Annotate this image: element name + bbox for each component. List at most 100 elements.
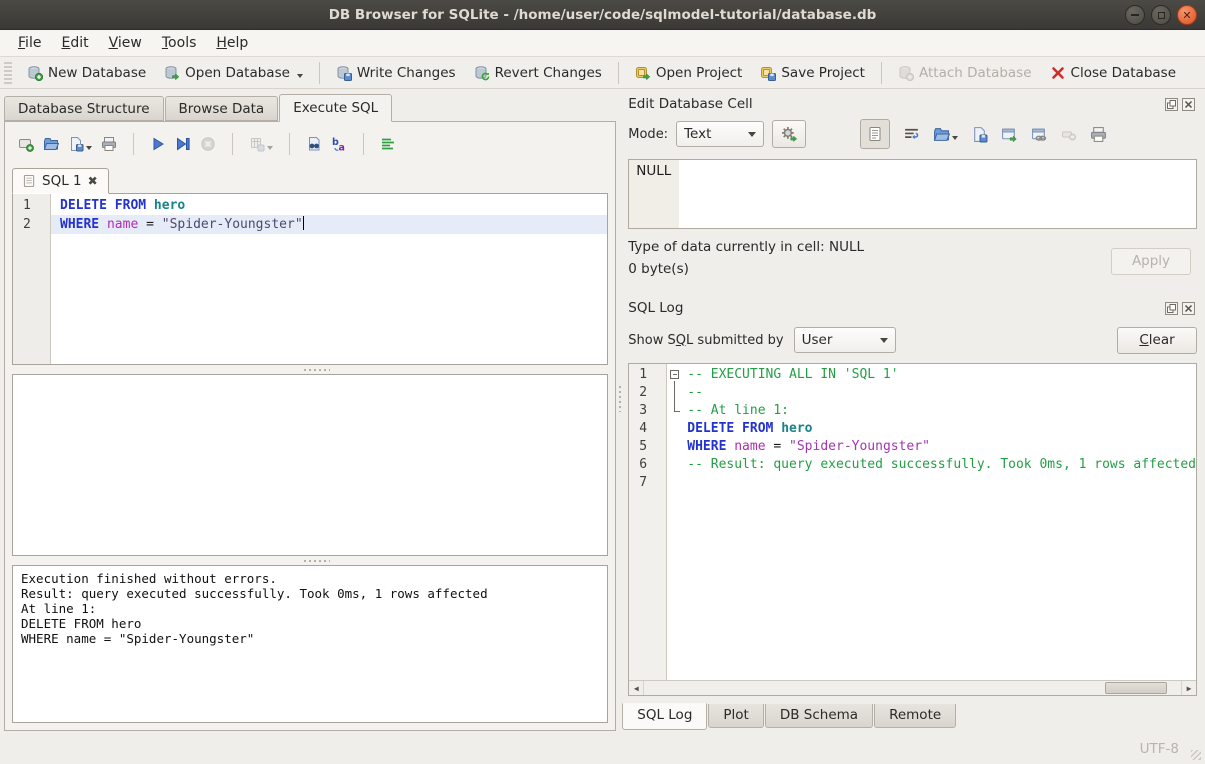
- apply-mode-button[interactable]: [772, 120, 806, 148]
- float-dock-icon[interactable]: [1165, 98, 1178, 111]
- word-wrap-icon: [903, 126, 920, 143]
- print-sql-icon[interactable]: [101, 136, 117, 152]
- cell-value: NULL: [629, 160, 679, 228]
- float-dock-icon[interactable]: [1165, 302, 1178, 315]
- open-database-dropdown-icon[interactable]: [297, 74, 303, 81]
- close-database-button[interactable]: Close Database: [1041, 61, 1185, 85]
- close-button[interactable]: ✕: [1177, 5, 1197, 25]
- chevron-down-icon: [880, 338, 888, 347]
- open-database-button[interactable]: Open Database: [155, 60, 312, 85]
- menu-tools[interactable]: Tools: [152, 32, 207, 54]
- tab-database-structure[interactable]: Database Structure: [4, 96, 164, 121]
- database-revert-icon: [474, 65, 490, 81]
- menu-help[interactable]: Help: [206, 32, 258, 54]
- sql-log-dock-header: SQL Log: [622, 297, 1197, 319]
- open-sql-file-icon[interactable]: [43, 136, 59, 152]
- menu-file[interactable]: File: [8, 32, 51, 54]
- copy-link-button[interactable]: [1031, 126, 1048, 143]
- export-results-icon: [249, 136, 265, 152]
- sql-toolbar-separator: [133, 133, 134, 155]
- minimize-button[interactable]: [1125, 5, 1145, 25]
- auto-format-icon[interactable]: [380, 136, 396, 152]
- cell-mode-row: Mode: Text: [622, 117, 1197, 151]
- sql-doc-tabbar: SQL 1 ✖: [12, 166, 608, 193]
- mode-select[interactable]: Text: [676, 121, 764, 147]
- find-replace-icon[interactable]: b a: [331, 136, 347, 152]
- maximize-button[interactable]: [1151, 5, 1171, 25]
- export-results-button: [249, 136, 273, 153]
- sql-toolbar-separator: [363, 133, 364, 155]
- statusbar: UTF-8: [0, 734, 1205, 764]
- log-hscrollbar[interactable]: ◀ ▶: [629, 680, 1196, 695]
- tab-sql-log[interactable]: SQL Log: [622, 703, 707, 730]
- sql-toolbar-separator: [289, 133, 290, 155]
- tab-db-schema[interactable]: DB Schema: [765, 704, 873, 728]
- cell-value-editor[interactable]: NULL: [628, 159, 1197, 229]
- toolbar-grip[interactable]: [4, 62, 12, 84]
- import-cell-button[interactable]: [933, 126, 958, 143]
- execute-all-icon[interactable]: [150, 136, 166, 152]
- export-cell-button[interactable]: [971, 126, 988, 143]
- text-document-icon: [867, 126, 883, 142]
- toolbar-separator: [618, 62, 619, 84]
- scroll-left-icon[interactable]: ◀: [629, 681, 644, 695]
- edit-cell-dock-header: Edit Database Cell: [622, 93, 1197, 115]
- encoding-status: UTF-8: [1140, 741, 1179, 757]
- sql-editor[interactable]: 1DELETE FROM hero2WHERE name = "Spider-Y…: [12, 193, 608, 365]
- close-dock-icon[interactable]: [1182, 98, 1195, 111]
- resize-grip-icon[interactable]: [1191, 750, 1201, 760]
- export-results-dropdown-icon: [267, 146, 273, 153]
- main-area: Database Structure Browse Data Execute S…: [0, 89, 1205, 734]
- word-wrap-button[interactable]: [903, 126, 920, 143]
- main-tabbar: Database Structure Browse Data Execute S…: [4, 93, 616, 121]
- scroll-thumb[interactable]: [1105, 682, 1167, 694]
- project-open-icon: [635, 65, 651, 81]
- text-mode-button[interactable]: [860, 119, 890, 149]
- execution-message-panel[interactable]: Execution finished without errors.Result…: [12, 565, 608, 723]
- submitted-by-select[interactable]: User: [794, 327, 896, 353]
- scroll-track[interactable]: [644, 681, 1181, 695]
- splitter-editor-results[interactable]: [12, 365, 608, 374]
- menu-edit[interactable]: Edit: [51, 32, 98, 54]
- sql-tab-label: SQL 1: [42, 173, 82, 189]
- revert-changes-button[interactable]: Revert Changes: [465, 61, 611, 85]
- tab-plot[interactable]: Plot: [708, 704, 763, 728]
- save-sql-file-button[interactable]: [68, 136, 92, 153]
- print-cell-button[interactable]: [1090, 126, 1107, 143]
- write-changes-button[interactable]: Write Changes: [327, 61, 465, 85]
- splitter-results-messages[interactable]: [12, 556, 608, 565]
- new-database-button[interactable]: New Database: [18, 61, 155, 85]
- open-external-button[interactable]: [1001, 126, 1018, 143]
- maximize-icon: [1158, 12, 1165, 19]
- cell-editor-toolbar: [860, 119, 1107, 149]
- tab-remote[interactable]: Remote: [874, 704, 956, 728]
- tab-browse-data[interactable]: Browse Data: [165, 96, 279, 121]
- clear-log-button[interactable]: Clear: [1117, 327, 1197, 354]
- edit-cell-title: Edit Database Cell: [628, 96, 752, 112]
- menubar: File Edit View Tools Help: [0, 30, 1205, 56]
- scroll-right-icon[interactable]: ▶: [1181, 681, 1196, 695]
- sql-tab-close-icon[interactable]: ✖: [88, 174, 98, 188]
- new-database-label: New Database: [48, 65, 146, 81]
- tab-execute-sql[interactable]: Execute SQL: [279, 94, 392, 122]
- svg-text:a: a: [339, 143, 345, 153]
- results-grid[interactable]: [12, 374, 608, 556]
- sql-toolbar: b a: [12, 130, 608, 158]
- project-save-icon: [760, 65, 776, 81]
- menu-view[interactable]: View: [99, 32, 152, 54]
- sql-log-view[interactable]: 1-- EXECUTING ALL IN 'SQL 1'2--3-- At li…: [628, 363, 1197, 696]
- window-controls: ✕: [1125, 5, 1197, 25]
- import-dropdown-icon[interactable]: [952, 136, 958, 143]
- close-dock-icon[interactable]: [1182, 302, 1195, 315]
- save-sql-dropdown-icon[interactable]: [86, 146, 92, 153]
- vertical-splitter[interactable]: [616, 89, 622, 734]
- sql-doc-tab[interactable]: SQL 1 ✖: [12, 168, 109, 194]
- open-project-button[interactable]: Open Project: [626, 61, 752, 85]
- save-project-button[interactable]: Save Project: [751, 61, 874, 85]
- chevron-down-icon: [748, 132, 756, 141]
- new-sql-tab-icon[interactable]: [18, 136, 34, 152]
- database-open-icon: [164, 65, 180, 81]
- execute-current-line-icon[interactable]: [175, 136, 191, 152]
- bottom-tabbar: SQL Log Plot DB Schema Remote: [622, 704, 1197, 731]
- find-icon[interactable]: [306, 136, 322, 152]
